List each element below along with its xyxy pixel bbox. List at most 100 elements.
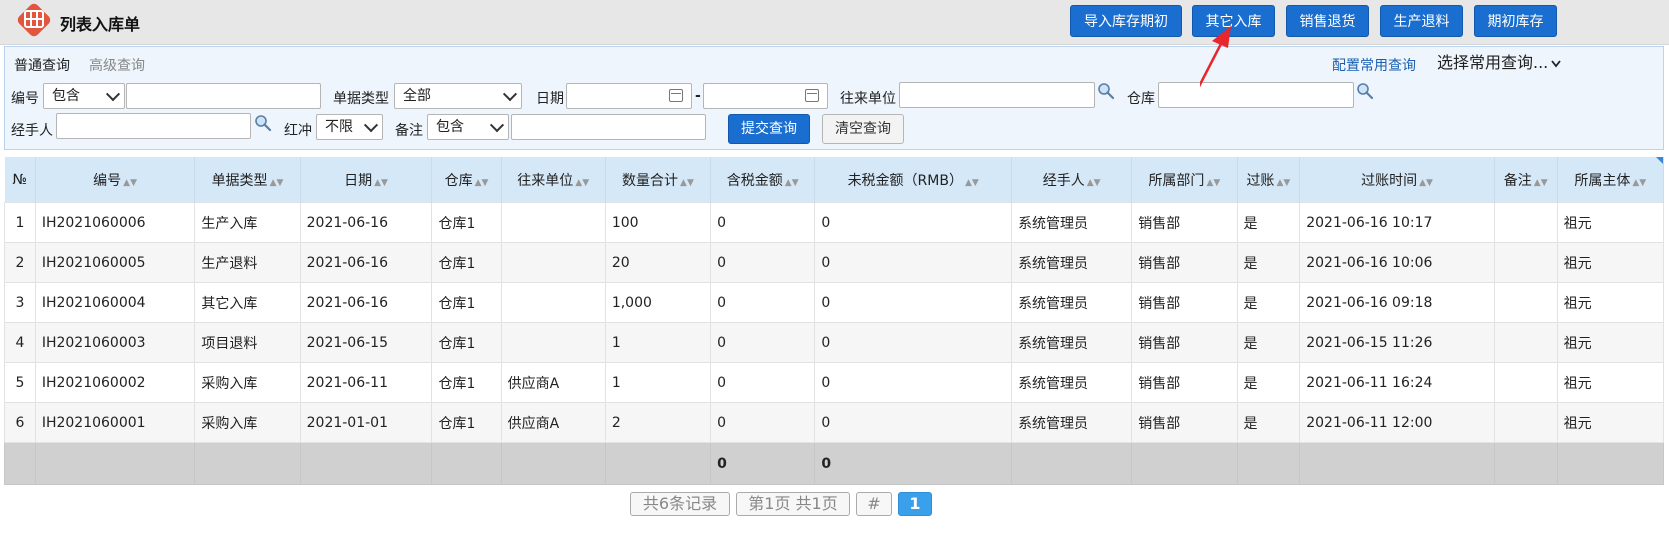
col-header-partner[interactable]: 往来单位 ▲▼ xyxy=(501,157,606,203)
sort-icon[interactable]: ▲▼ xyxy=(374,178,388,188)
chevron-down-icon xyxy=(502,87,518,102)
cell-posted-time: 2021-06-16 09:18 xyxy=(1299,282,1495,323)
code-operator-select[interactable]: 包含 xyxy=(43,83,125,109)
summary-cell-no xyxy=(4,442,36,485)
cell-entity: 祖元 xyxy=(1556,202,1665,243)
sort-icon[interactable]: ▲▼ xyxy=(1276,178,1290,188)
cell-department: 销售部 xyxy=(1131,362,1238,403)
date-from-input[interactable] xyxy=(566,83,692,109)
page-header: 列表入库单 导入库存期初 其它入库 销售退货 生产退料 期初库存 xyxy=(0,0,1669,45)
table-row[interactable]: 1 IH2021060006 生产入库 2021-06-16 仓库1 100 0 0 系统管理员… xyxy=(4,202,1665,243)
cell-amount-with-tax: 0 xyxy=(710,402,816,443)
sort-icon[interactable]: ▲▼ xyxy=(785,178,799,188)
cell-department: 销售部 xyxy=(1131,242,1238,283)
cell-quantity: 1 xyxy=(604,322,712,363)
cell-remark xyxy=(1493,242,1558,283)
date-label: 日期 xyxy=(536,91,564,107)
sort-icon[interactable]: ▲▼ xyxy=(680,178,694,188)
cell-date: 2021-06-16 xyxy=(299,282,433,323)
cell-quantity: 100 xyxy=(604,202,712,243)
col-header-code[interactable]: 编号 ▲▼ xyxy=(35,157,196,203)
annotation-arrow xyxy=(1200,26,1231,88)
col-header-amount-without-tax[interactable]: 未税金额（RMB） ▲▼ xyxy=(814,157,1013,203)
cell-department: 销售部 xyxy=(1131,402,1238,443)
partner-input[interactable] xyxy=(899,82,1095,108)
sort-icon[interactable]: ▲▼ xyxy=(1534,178,1548,188)
goto-page-button[interactable]: # xyxy=(856,492,892,516)
table-row[interactable]: 6 IH2021060001 采购入库 2021-01-01 仓库1 供应商A 2 0 0 系统管… xyxy=(4,402,1665,443)
remark-operator-value: 包含 xyxy=(436,119,464,135)
cell-remark xyxy=(1493,282,1558,323)
common-query-select[interactable]: 选择常用查询... xyxy=(1437,51,1563,77)
cell-department: 销售部 xyxy=(1131,322,1238,363)
cell-posted: 是 xyxy=(1236,362,1301,403)
cell-entity: 祖元 xyxy=(1556,322,1665,363)
sort-icon[interactable]: ▲▼ xyxy=(1087,178,1101,188)
cell-quantity: 1 xyxy=(604,362,712,403)
cell-no: 1 xyxy=(4,202,36,243)
cell-code: IH2021060004 xyxy=(34,282,196,323)
col-header-warehouse[interactable]: 仓库 ▲▼ xyxy=(431,157,502,203)
search-icon[interactable] xyxy=(1356,82,1374,100)
tab-normal-query[interactable]: 普通查询 xyxy=(14,55,70,75)
sort-icon[interactable]: ▲▼ xyxy=(575,178,589,188)
table-row[interactable]: 5 IH2021060002 采购入库 2021-06-11 仓库1 供应商A 1 0 0 系统管… xyxy=(4,362,1665,403)
search-icon[interactable] xyxy=(1097,82,1115,100)
summary-cell-department xyxy=(1131,442,1238,485)
table-row[interactable]: 4 IH2021060003 项目退料 2021-06-15 仓库1 1 0 0 系统管理员 销售… xyxy=(4,322,1665,363)
clear-query-button[interactable]: 清空查询 xyxy=(822,114,904,144)
code-operator-value: 包含 xyxy=(52,88,80,104)
opening-stock-button[interactable]: 期初库存 xyxy=(1474,5,1557,37)
code-input[interactable] xyxy=(126,83,321,109)
cell-partner xyxy=(500,322,606,363)
sort-icon[interactable]: ▲▼ xyxy=(1206,178,1220,188)
handler-input[interactable] xyxy=(56,113,251,139)
remark-operator-select[interactable]: 包含 xyxy=(427,114,509,140)
cell-no: 5 xyxy=(4,362,36,403)
page-1-button[interactable]: 1 xyxy=(898,492,932,516)
sort-icon[interactable]: ▲▼ xyxy=(965,178,979,188)
cell-code: IH2021060006 xyxy=(34,202,196,243)
table-row[interactable]: 3 IH2021060004 其它入库 2021-06-16 仓库1 1,000 0 0 系统管… xyxy=(4,282,1665,323)
import-opening-stock-button[interactable]: 导入库存期初 xyxy=(1070,5,1182,37)
remark-input[interactable] xyxy=(511,114,706,140)
date-to-input[interactable] xyxy=(703,83,828,109)
sort-icon[interactable]: ▲▼ xyxy=(123,178,137,188)
cell-posted-time: 2021-06-15 11:26 xyxy=(1299,322,1495,363)
table-row[interactable]: 2 IH2021060005 生产退料 2021-06-16 仓库1 20 0 0 系统管理员销… xyxy=(4,242,1665,283)
col-header-handler[interactable]: 经手人 ▲▼ xyxy=(1011,157,1133,203)
summary-cell-code xyxy=(34,442,196,485)
col-header-entity[interactable]: 所属主体 ▲▼ xyxy=(1557,157,1665,203)
sales-return-button[interactable]: 销售退货 xyxy=(1286,5,1369,37)
tab-advanced-query[interactable]: 高级查询 xyxy=(89,55,145,75)
search-icon[interactable] xyxy=(254,114,272,132)
table-corner-marker xyxy=(1656,157,1663,164)
cell-posted-time: 2021-06-16 10:17 xyxy=(1299,202,1495,243)
cell-posted: 是 xyxy=(1236,402,1301,443)
config-common-query-link[interactable]: 配置常用查询 xyxy=(1332,55,1416,75)
production-return-button[interactable]: 生产退料 xyxy=(1380,5,1463,37)
col-header-posted[interactable]: 过账 ▲▼ xyxy=(1237,157,1301,203)
col-header-remark[interactable]: 备注 ▲▼ xyxy=(1494,157,1558,203)
page-title: 列表入库单 xyxy=(60,15,141,34)
col-header-quantity[interactable]: 数量合计 ▲▼ xyxy=(605,157,712,203)
cell-department: 销售部 xyxy=(1131,202,1238,243)
cell-department: 销售部 xyxy=(1131,282,1238,323)
col-header-department[interactable]: 所属部门 ▲▼ xyxy=(1131,157,1238,203)
calendar-icon[interactable] xyxy=(805,89,819,102)
sort-icon[interactable]: ▲▼ xyxy=(270,178,284,188)
chevron-down-icon xyxy=(489,118,505,133)
col-header-date[interactable]: 日期 ▲▼ xyxy=(300,157,433,203)
cell-quantity: 2 xyxy=(604,402,712,443)
red-flush-select[interactable]: 不限 xyxy=(316,114,383,140)
submit-query-button[interactable]: 提交查询 xyxy=(728,114,810,144)
cell-partner xyxy=(500,242,606,283)
col-header-posted-time[interactable]: 过账时间 ▲▼ xyxy=(1299,157,1495,203)
col-header-doc-type[interactable]: 单据类型 ▲▼ xyxy=(194,157,301,203)
col-header-amount-with-tax[interactable]: 含税金额 ▲▼ xyxy=(710,157,816,203)
sort-icon[interactable]: ▲▼ xyxy=(1419,178,1433,188)
sort-icon[interactable]: ▲▼ xyxy=(1632,178,1646,188)
sort-icon[interactable]: ▲▼ xyxy=(475,178,489,188)
doc-type-select[interactable]: 全部 xyxy=(394,83,522,109)
calendar-icon[interactable] xyxy=(669,89,683,102)
